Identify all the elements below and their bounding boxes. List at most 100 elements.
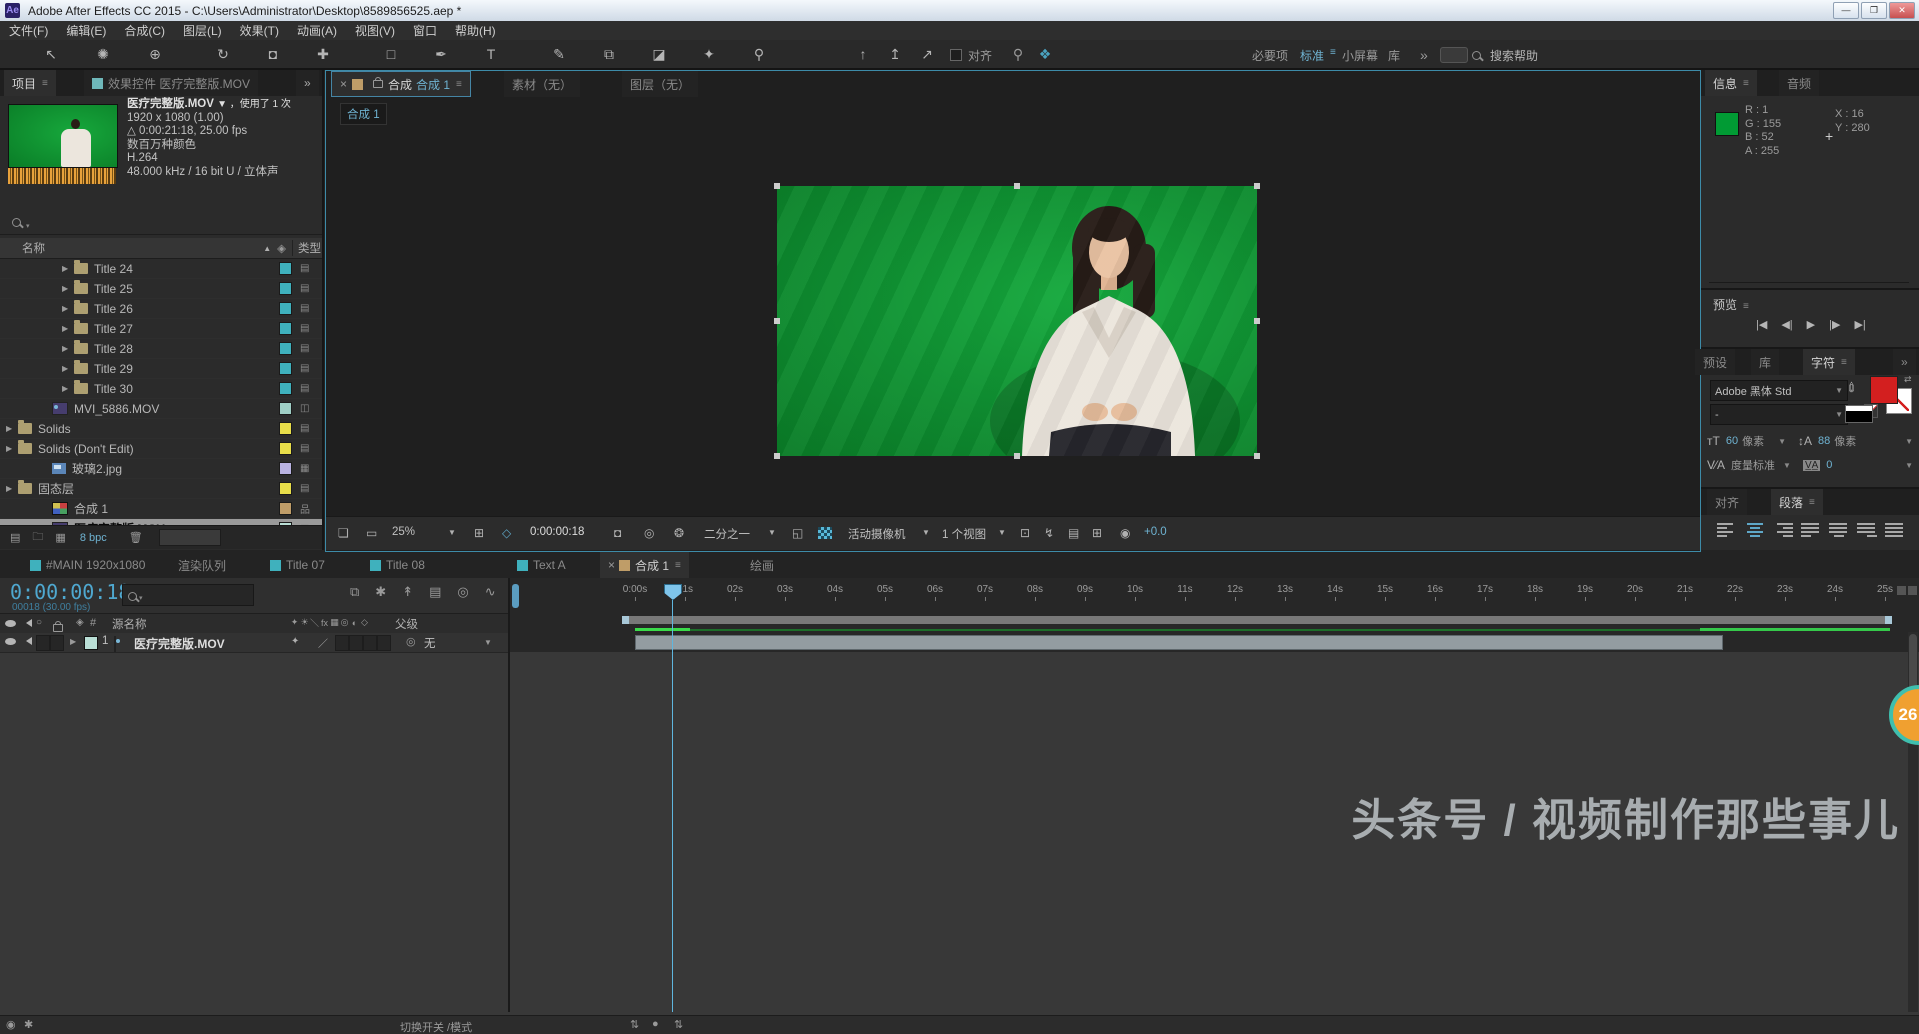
item-label[interactable]: 玻璃2.jpg (72, 460, 279, 477)
view-layout-arrow-icon[interactable]: ▼ (998, 528, 1006, 537)
footage-usage[interactable]: ▼ ，使用了 1 次 (217, 99, 291, 110)
time-ruler[interactable]: 0:00s01s02s03s04s05s06s07s08s09s10s11s12… (510, 584, 1919, 601)
timeline-search-input[interactable]: ▾ (122, 584, 254, 606)
comp-current-time[interactable]: 0:00:00:18 (530, 526, 584, 538)
tab-close-icon[interactable]: × (608, 558, 615, 572)
transport-button[interactable]: ▶ (1807, 318, 1815, 331)
align-button[interactable] (1715, 519, 1739, 541)
menu-item[interactable]: 窗口 (404, 22, 446, 39)
interpret-footage-icon[interactable]: ▤ (10, 531, 20, 544)
layer-switch-cell[interactable] (335, 635, 349, 651)
search-icon[interactable] (1472, 51, 1481, 60)
tool-icon[interactable]: ✚ (310, 43, 336, 65)
menu-item[interactable]: 视图(V) (346, 22, 404, 39)
status-icon-b[interactable]: ✱ (24, 1018, 33, 1031)
tab-footage[interactable]: 素材（无） (504, 71, 580, 97)
layer-expander-icon[interactable]: ▶ (70, 637, 76, 646)
layer-slash-icon[interactable]: ／ (318, 635, 328, 650)
switch-column-icon[interactable]: ▦ (330, 617, 339, 628)
parent-pickwhip-icon[interactable]: ◎ (406, 635, 416, 648)
maximize-button[interactable]: ❐ (1861, 2, 1887, 19)
tool-icon[interactable]: ↻ (210, 43, 236, 65)
font-size-value[interactable]: 60 (1726, 435, 1738, 447)
workspace-menu-icon[interactable]: ≡ (1330, 47, 1336, 58)
camera-dropdown[interactable]: 活动摄像机 (848, 526, 906, 542)
axis-mode-icon[interactable]: ↥ (882, 43, 908, 65)
switch-column-icon[interactable]: fx (320, 618, 329, 628)
label-color-chip[interactable] (279, 262, 292, 275)
tool-icon[interactable]: ◪ (646, 43, 672, 65)
number-column[interactable]: # (90, 617, 96, 629)
item-label[interactable]: 合成 1 (74, 500, 279, 517)
project-item-row[interactable]: ▶ Title 27 ▤ (0, 319, 322, 339)
menu-item[interactable]: 帮助(H) (446, 22, 505, 39)
timeline-tab[interactable]: Title 08 (358, 552, 439, 578)
tab-paragraph[interactable]: 段落≡ (1771, 489, 1823, 515)
tool-icon[interactable]: ⊕ (142, 43, 168, 65)
menu-item[interactable]: 图层(L) (174, 22, 231, 39)
tracking-arrow-icon[interactable]: ▼ (1905, 461, 1913, 470)
layer-switch-cell[interactable] (377, 635, 391, 651)
always-preview-icon[interactable]: ❏ (338, 526, 349, 540)
transparency-grid-icon[interactable] (818, 527, 832, 539)
handle-bottom-left[interactable] (774, 453, 780, 459)
layer-color-chip[interactable] (84, 636, 98, 650)
grid-guides-icon[interactable]: ⊞ (474, 526, 484, 540)
panel-menu-icon[interactable]: ≡ (1743, 301, 1749, 312)
view-layout-dropdown[interactable]: 1 个视图 (942, 526, 986, 542)
expand-arrow-icon[interactable]: ▶ (62, 324, 74, 333)
tool-icon[interactable]: T (478, 43, 504, 65)
panel-menu-icon[interactable]: ≡ (1743, 78, 1749, 89)
label-color-chip[interactable] (279, 402, 292, 415)
transport-button[interactable]: |▶ (1829, 318, 1840, 331)
layer-eye-icon[interactable] (5, 638, 16, 645)
axis-mode-icon[interactable]: ↗ (914, 43, 940, 65)
camera-arrow-icon[interactable]: ▼ (922, 528, 930, 537)
handle-bottom-center[interactable] (1014, 453, 1020, 459)
item-label[interactable]: Title 29 (94, 362, 279, 376)
tab-audio[interactable]: 音频 (1779, 70, 1819, 96)
menu-item[interactable]: 编辑(E) (57, 22, 115, 39)
handle-top-center[interactable] (1014, 183, 1020, 189)
tab-presets[interactable]: 预设 (1695, 349, 1735, 375)
flowchart-button-icon[interactable]: ⊞ (1092, 526, 1102, 540)
fast-previews-icon[interactable]: ↯ (1044, 526, 1054, 540)
label-color-chip[interactable] (279, 462, 292, 475)
lock-icon[interactable] (373, 80, 383, 88)
comp-marker-bin-icon[interactable] (1897, 586, 1906, 595)
panel-menu-icon[interactable]: ≡ (1809, 497, 1815, 508)
search-dropdown-arrow-icon[interactable]: ▾ (26, 222, 30, 230)
project-item-row[interactable]: ▶ Solids (Don't Edit) ▤ (0, 439, 322, 459)
timeline-tab[interactable]: × 合成 1 ≡ (600, 552, 689, 578)
expand-arrow-icon[interactable]: ▶ (62, 284, 74, 293)
workspace-overflow-icon[interactable]: » (1420, 47, 1428, 63)
workspace-tab[interactable]: 库 (1388, 47, 1400, 64)
preview-title[interactable]: 预览≡ (1713, 296, 1749, 313)
tab-info[interactable]: 信息≡ (1705, 70, 1757, 96)
label-color-chip[interactable] (279, 302, 292, 315)
tab-menu-icon[interactable]: ≡ (675, 560, 681, 571)
switch-column-icon[interactable]: ◎ (340, 617, 349, 628)
workspace-tab[interactable]: 必要项 (1252, 47, 1288, 64)
label-color-chip[interactable] (279, 282, 292, 295)
snap-option-icon[interactable]: ⚲ (1005, 43, 1031, 65)
handle-top-left[interactable] (774, 183, 780, 189)
item-label[interactable]: Solids (38, 422, 279, 436)
solo-column-icon[interactable]: ○ (36, 617, 42, 628)
kerning-arrow-icon[interactable]: ▼ (1783, 461, 1791, 470)
align-button[interactable] (1743, 519, 1767, 541)
timeline-tab[interactable]: 绘画 (722, 552, 788, 578)
project-item-row[interactable]: ▶ Solids ▤ (0, 419, 322, 439)
align-button[interactable] (1771, 519, 1795, 541)
panel-menu-icon[interactable]: ≡ (1841, 357, 1847, 368)
transport-button[interactable]: |◀ (1756, 318, 1767, 331)
work-area-end-handle[interactable] (1885, 616, 1892, 624)
tab-character[interactable]: 字符≡ (1803, 349, 1855, 375)
work-area-bar[interactable] (622, 616, 1892, 624)
kerning-value[interactable]: 度量标准 (1731, 457, 1775, 473)
transport-button[interactable]: ◀| (1781, 318, 1792, 331)
layer-parent-dropdown[interactable]: 无 (424, 635, 436, 651)
tool-icon[interactable]: ⧉ (596, 43, 622, 65)
expand-arrow-icon[interactable]: ▶ (62, 264, 74, 273)
tab-project[interactable]: 项目≡ (4, 70, 56, 96)
